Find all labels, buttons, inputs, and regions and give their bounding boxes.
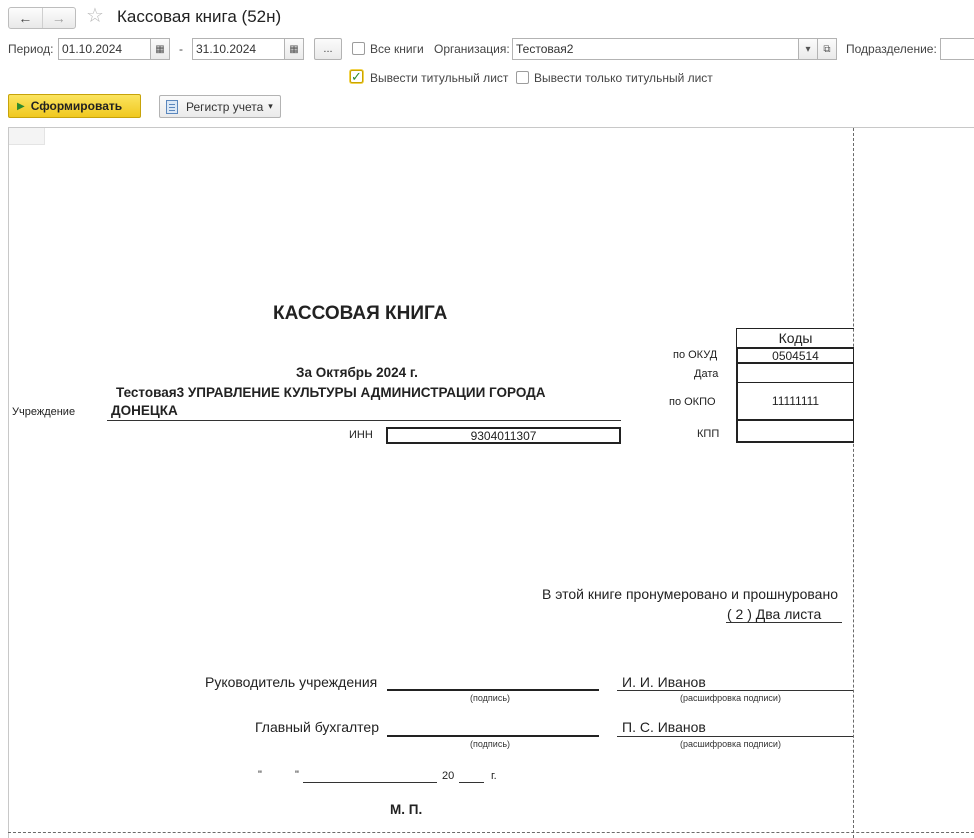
date-label: Дата xyxy=(694,368,719,380)
year-suffix: г. xyxy=(491,770,497,782)
okud-value: 0504514 xyxy=(736,347,854,364)
year-prefix: 20 xyxy=(442,770,455,782)
kpp-label: КПП xyxy=(697,428,720,440)
accountant-decode-caption: (расшифровка подписи) xyxy=(680,739,781,749)
print-title-checkbox[interactable]: ✓ xyxy=(350,70,363,83)
generate-button-label: Сформировать xyxy=(30,99,123,113)
organization-name-line2: ДОНЕЦКА xyxy=(111,403,178,418)
page-border-horizontal xyxy=(8,832,974,833)
numbered-statement: В этой книге пронумеровано и прошнурован… xyxy=(542,586,838,602)
print-title-label: Вывести титульный лист xyxy=(370,71,509,85)
accountant-signature-caption: (подпись) xyxy=(470,739,511,749)
head-name-underline xyxy=(617,690,853,691)
accountant-name-underline xyxy=(617,736,853,737)
head-signature-line xyxy=(387,689,599,691)
head-decode-caption: (расшифровка подписи) xyxy=(680,693,781,703)
inn-value: 9304011307 xyxy=(386,427,621,444)
report-corner xyxy=(9,128,45,145)
subdivision-field[interactable] xyxy=(940,38,974,60)
report-period: За Октябрь 2024 г. xyxy=(296,365,418,380)
print-only-title-checkbox[interactable] xyxy=(516,71,529,84)
report-area[interactable] xyxy=(8,127,974,838)
organization-open-icon[interactable]: ⧉ xyxy=(817,38,837,60)
register-document-icon xyxy=(166,99,178,114)
kpp-value xyxy=(736,419,854,443)
period-dash: - xyxy=(179,42,183,56)
inn-label: ИНН xyxy=(349,429,373,441)
accountant-label: Главный бухгалтер xyxy=(255,719,379,735)
okpo-label: по ОКПО xyxy=(669,396,716,408)
institution-label: Учреждение xyxy=(12,406,76,418)
stamp-label: М. П. xyxy=(390,802,423,817)
okpo-value: 11111111 xyxy=(736,382,854,420)
date-from-field[interactable]: 01.10.2024 xyxy=(58,38,151,60)
date-quote-open: " xyxy=(258,769,262,781)
favorite-star-icon[interactable]: ☆ xyxy=(86,5,104,27)
head-name: И. И. Иванов xyxy=(622,674,706,690)
date-month-line xyxy=(303,782,437,783)
print-only-title-label: Вывести только титульный лист xyxy=(534,71,713,85)
play-icon: ▶ xyxy=(17,100,25,112)
subdivision-label: Подразделение: xyxy=(846,42,937,56)
organization-dropdown-icon[interactable]: ▾ xyxy=(798,38,818,60)
back-arrow-icon[interactable]: ← xyxy=(9,8,42,28)
date-value xyxy=(736,363,854,383)
head-label: Руководитель учреждения xyxy=(205,674,378,690)
register-button[interactable]: Регистр учета ▾ xyxy=(159,95,281,118)
year-line xyxy=(459,782,484,783)
report-title: КАССОВАЯ КНИГА xyxy=(273,303,448,324)
codes-header: Коды xyxy=(736,328,854,348)
all-books-label: Все книги xyxy=(370,42,424,56)
accountant-name: П. С. Иванов xyxy=(622,719,706,735)
window-title: Кассовая книга (52н) xyxy=(117,7,282,26)
all-books-checkbox[interactable] xyxy=(352,42,365,55)
organization-name-line1: Тестовая3 УПРАВЛЕНИЕ КУЛЬТУРЫ АДМИНИСТРА… xyxy=(116,385,546,400)
date-to-field[interactable]: 31.10.2024 xyxy=(192,38,285,60)
pages-underline xyxy=(726,622,842,623)
period-select-button[interactable]: ... xyxy=(314,38,342,60)
forward-arrow-icon[interactable]: → xyxy=(41,8,76,28)
register-dropdown-icon: ▾ xyxy=(268,101,273,111)
date-quote-close: " xyxy=(295,769,299,781)
organization-label: Организация: xyxy=(434,42,510,56)
pages-count: ( 2 ) Два листа xyxy=(727,606,822,622)
nav-buttons: ← → xyxy=(8,7,76,29)
period-label: Период: xyxy=(8,42,54,56)
check-icon: ✓ xyxy=(351,69,362,84)
page-border-vertical xyxy=(853,128,854,838)
date-to-calendar-icon[interactable]: ▦ xyxy=(284,38,304,60)
okud-label: по ОКУД xyxy=(673,349,718,361)
institution-underline xyxy=(107,420,621,421)
register-button-label: Регистр учета xyxy=(186,99,264,114)
accountant-signature-line xyxy=(387,735,599,737)
generate-button[interactable]: ▶ Сформировать xyxy=(8,94,141,118)
date-from-calendar-icon[interactable]: ▦ xyxy=(150,38,170,60)
head-signature-caption: (подпись) xyxy=(470,693,511,703)
organization-field[interactable]: Тестовая2 xyxy=(512,38,799,60)
